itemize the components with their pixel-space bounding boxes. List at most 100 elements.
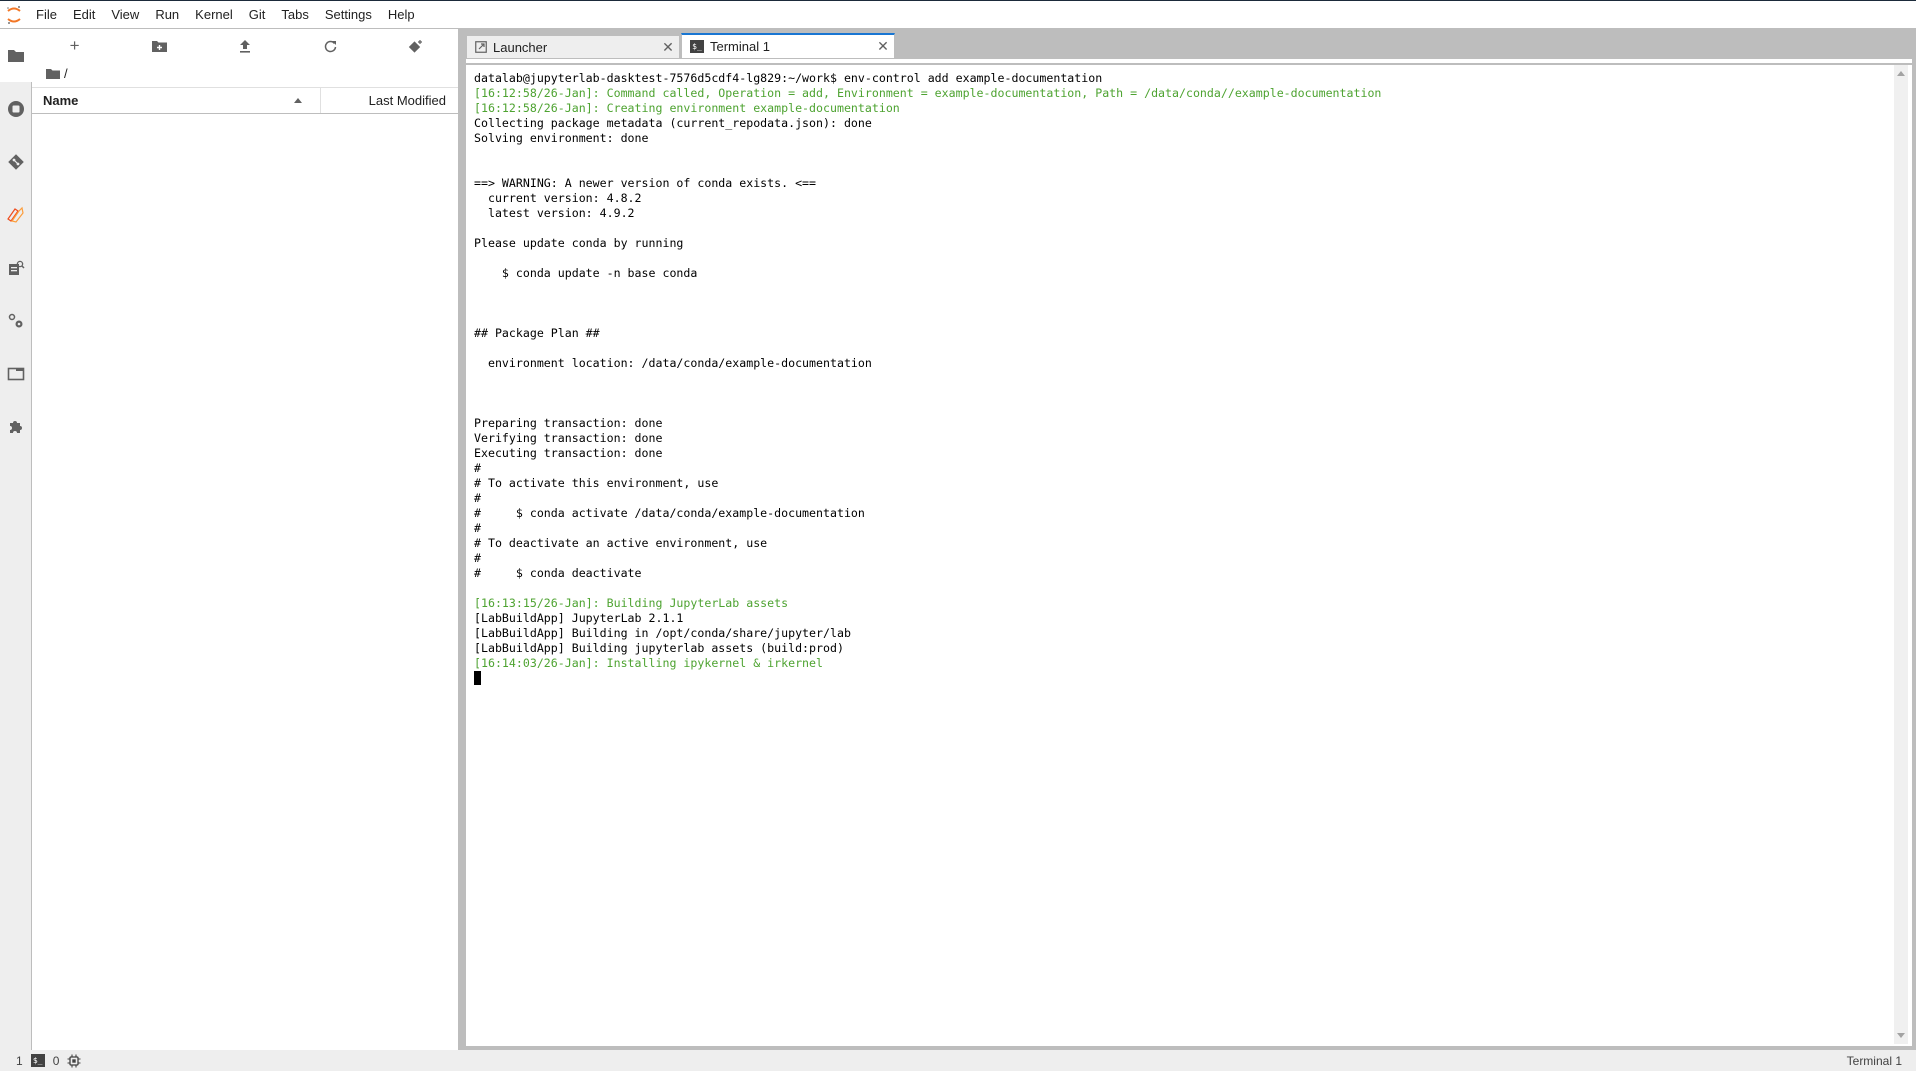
terminal-prompt-line[interactable]	[474, 671, 1898, 686]
terminal-line: #	[474, 521, 481, 535]
refresh-icon	[324, 40, 336, 52]
terminal-line: ## Package Plan ##	[474, 326, 600, 340]
terminal-line: Collecting package metadata (current_rep…	[474, 116, 872, 130]
tab-launcher[interactable]: Launcher ✕	[466, 35, 680, 58]
terminal-line: [LabBuildApp] Building in /opt/conda/sha…	[474, 626, 851, 640]
status-active-document: Terminal 1	[1846, 1053, 1902, 1068]
menu-git[interactable]: Git	[241, 1, 274, 28]
sidebar-tab-running[interactable]	[0, 82, 31, 135]
sort-ascending-icon	[294, 98, 302, 103]
stop-circle-icon	[7, 100, 24, 117]
sidebar-tab-file-browser[interactable]	[0, 29, 32, 82]
new-folder-icon	[152, 41, 168, 52]
terminal-line: #	[474, 551, 481, 565]
breadcrumb-root[interactable]: /	[64, 66, 68, 81]
cpu-icon	[67, 1054, 81, 1067]
sidebar-tab-dask[interactable]	[0, 188, 31, 241]
refresh-button[interactable]	[288, 29, 373, 63]
file-list-header: Name Last Modified	[32, 87, 458, 114]
terminal-line: $ conda update -n base conda	[474, 266, 698, 280]
scroll-up-arrow-icon[interactable]	[1897, 71, 1905, 76]
terminals-count: 1	[16, 1053, 23, 1068]
menu-edit[interactable]: Edit	[65, 1, 103, 28]
terminal-line: [16:12:58/26-Jan]: Command called, Opera…	[474, 86, 1382, 100]
terminal-line: environment location: /data/conda/exampl…	[474, 356, 872, 370]
menu-help[interactable]: Help	[380, 1, 423, 28]
menu-file[interactable]: File	[28, 1, 65, 28]
sidebar-tab-open-tabs[interactable]	[0, 347, 31, 400]
status-bar: 1 $_ 0 Terminal 1	[0, 1050, 1916, 1071]
breadcrumb: /	[46, 64, 68, 82]
scroll-down-arrow-icon[interactable]	[1897, 1033, 1905, 1038]
terminal-line: #	[474, 491, 481, 505]
left-sidebar	[0, 29, 32, 1050]
launcher-icon	[475, 41, 487, 53]
property-inspector-icon	[8, 260, 25, 275]
terminal-output[interactable]: datalab@jupyterlab-dasktest-7576d5cdf4-l…	[468, 65, 1898, 1044]
panel-splitter[interactable]	[458, 29, 466, 1050]
menu-view[interactable]: View	[103, 1, 147, 28]
menu-kernel[interactable]: Kernel	[187, 1, 241, 28]
tab-icon	[7, 367, 24, 380]
terminal-line: [LabBuildApp] Building jupyterlab assets…	[474, 641, 844, 655]
file-list	[32, 113, 458, 1050]
upload-icon	[240, 39, 250, 53]
folder-icon	[8, 50, 24, 62]
sidebar-tab-property-inspector[interactable]	[0, 241, 31, 294]
file-browser-panel: + / Name Last Modified	[32, 29, 458, 1050]
kernels-count: 0	[52, 1053, 60, 1068]
menu-tabs[interactable]: Tabs	[273, 1, 316, 28]
terminal-line: # To deactivate an active environment, u…	[474, 536, 768, 550]
terminal-line: Verifying transaction: done	[474, 431, 663, 445]
terminal-line: [16:14:03/26-Jan]: Installing ipykernel …	[474, 656, 824, 670]
git-icon	[7, 153, 24, 170]
menu-bar: File Edit View Run Kernel Git Tabs Setti…	[0, 1, 1916, 29]
close-icon[interactable]: ✕	[657, 39, 679, 56]
terminal-panel: datalab@jupyterlab-dasktest-7576d5cdf4-l…	[466, 59, 1912, 1046]
sidebar-tab-commands[interactable]	[0, 294, 31, 347]
terminal-line: Preparing transaction: done	[474, 416, 663, 430]
new-folder-button[interactable]	[117, 29, 202, 63]
terminal-line: Executing transaction: done	[474, 446, 663, 460]
menu-run[interactable]: Run	[147, 1, 187, 28]
status-running-summary[interactable]: 1 $_ 0	[0, 1054, 81, 1068]
terminal-icon: $_	[30, 1054, 45, 1067]
terminal-line: [LabBuildApp] JupyterLab 2.1.1	[474, 611, 684, 625]
menu-settings[interactable]: Settings	[317, 1, 380, 28]
jupyter-logo-icon	[0, 1, 28, 28]
main-dock-area: Launcher ✕ $_ Terminal 1 ✕ datalab@jupyt…	[466, 29, 1916, 1050]
git-clone-button[interactable]	[373, 29, 458, 63]
column-header-name[interactable]: Name	[32, 88, 321, 113]
terminal-line: # $ conda activate /data/conda/example-d…	[474, 506, 865, 520]
tab-label: Terminal 1	[710, 39, 770, 54]
terminal-line: # $ conda deactivate	[474, 566, 642, 580]
column-header-last-modified[interactable]: Last Modified	[321, 93, 458, 108]
upload-button[interactable]	[202, 29, 287, 63]
terminal-line: Solving environment: done	[474, 131, 649, 145]
terminal-line: #	[474, 461, 481, 475]
terminal-icon: $_	[690, 40, 704, 53]
puzzle-icon	[9, 420, 22, 433]
terminal-line: # To activate this environment, use	[474, 476, 719, 490]
sidebar-tab-extensions[interactable]	[0, 400, 31, 453]
home-folder-icon[interactable]	[46, 68, 60, 79]
sidebar-tab-git[interactable]	[0, 135, 31, 188]
terminal-line: latest version: 4.9.2	[474, 206, 635, 220]
column-name-label: Name	[43, 93, 79, 108]
document-tab-bar: Launcher ✕ $_ Terminal 1 ✕	[466, 33, 1916, 59]
tab-terminal-1[interactable]: $_ Terminal 1 ✕	[681, 33, 895, 58]
new-launcher-button[interactable]: +	[32, 29, 117, 63]
close-icon[interactable]: ✕	[872, 38, 894, 55]
terminal-scrollbar[interactable]	[1894, 65, 1908, 1044]
